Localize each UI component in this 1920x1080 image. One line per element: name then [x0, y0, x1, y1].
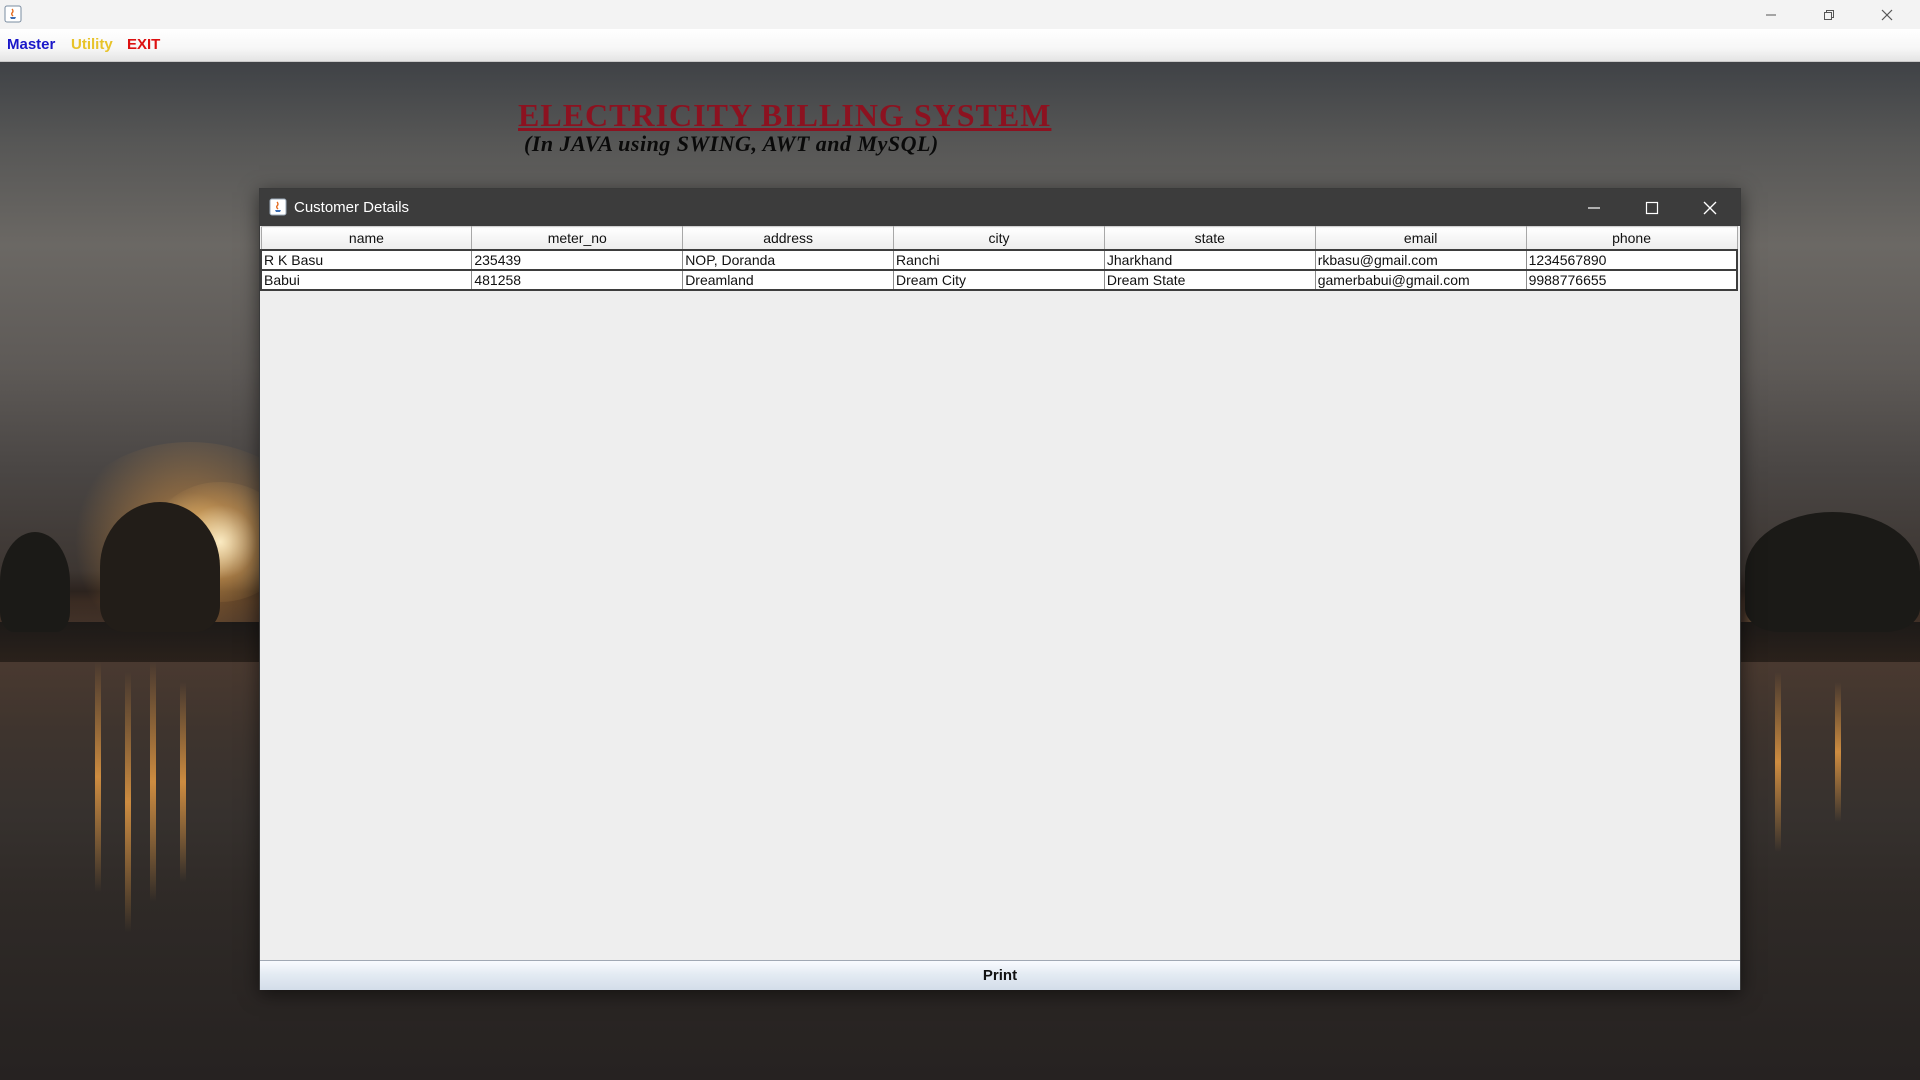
table-cell[interactable]: Jharkhand — [1103, 249, 1316, 270]
column-header-name[interactable]: name — [260, 226, 473, 250]
customer-table: name meter_no address city state email p… — [260, 226, 1738, 291]
app-subtitle: (In JAVA using SWING, AWT and MySQL) — [524, 131, 939, 156]
table-cell[interactable]: Dreamland — [682, 269, 895, 290]
table-row[interactable]: R K Basu 235439 NOP, Doranda Ranchi Jhar… — [260, 249, 1738, 270]
table-row[interactable]: Babui 481258 Dreamland Dream City Dream … — [260, 269, 1738, 290]
table-cell[interactable]: Babui — [260, 269, 473, 290]
table-cell[interactable]: Dream City — [893, 269, 1105, 290]
table-cell[interactable]: NOP, Doranda — [682, 249, 895, 270]
menu-utility[interactable]: Utility — [71, 33, 113, 57]
minimize-icon — [1766, 14, 1776, 15]
column-header-meter-no[interactable]: meter_no — [471, 226, 684, 250]
maximize-button[interactable] — [1623, 189, 1681, 226]
window-title: Customer Details — [294, 199, 410, 216]
column-header-address[interactable]: address — [682, 226, 895, 250]
table-cell[interactable]: 235439 — [471, 249, 684, 270]
table-cell[interactable]: 1234567890 — [1525, 249, 1738, 270]
table-cell[interactable]: Dream State — [1103, 269, 1316, 290]
table-cell[interactable]: 481258 — [471, 269, 684, 290]
customer-table-area: name meter_no address city state email p… — [260, 226, 1740, 946]
minimize-button[interactable] — [1565, 189, 1623, 226]
java-app-icon — [269, 198, 287, 221]
menu-bar: Master Utility EXIT — [0, 29, 1920, 62]
minimize-button[interactable] — [1742, 0, 1800, 29]
restore-icon — [1824, 9, 1834, 20]
column-header-state[interactable]: state — [1103, 226, 1316, 250]
minimize-icon — [1588, 206, 1600, 209]
column-header-phone[interactable]: phone — [1525, 226, 1738, 250]
close-button[interactable] — [1858, 0, 1916, 29]
table-cell[interactable]: Ranchi — [893, 249, 1105, 270]
main-titlebar — [0, 0, 1920, 29]
menu-master[interactable]: Master — [7, 33, 55, 57]
maximize-icon — [1645, 201, 1659, 214]
customer-details-window: Customer Details name meter_no address c… — [259, 188, 1741, 990]
table-cell[interactable]: R K Basu — [260, 249, 473, 270]
column-header-city[interactable]: city — [893, 226, 1105, 250]
column-header-email[interactable]: email — [1314, 226, 1527, 250]
main-window: Master Utility EXIT ELECTRICITY BILLING … — [0, 0, 1920, 1080]
table-cell[interactable]: 9988776655 — [1525, 269, 1738, 290]
close-icon — [1881, 9, 1893, 20]
table-header-row: name meter_no address city state email p… — [260, 226, 1738, 250]
close-button[interactable] — [1681, 189, 1739, 226]
java-app-icon — [4, 5, 22, 28]
restore-button[interactable] — [1800, 0, 1858, 29]
table-cell[interactable]: gamerbabui@gmail.com — [1314, 269, 1527, 290]
customer-details-titlebar[interactable]: Customer Details — [260, 189, 1740, 226]
menu-exit[interactable]: EXIT — [127, 33, 160, 57]
app-title: ELECTRICITY BILLING SYSTEM — [518, 97, 1052, 133]
close-icon — [1703, 201, 1717, 214]
table-cell[interactable]: rkbasu@gmail.com — [1314, 249, 1527, 270]
print-button[interactable]: Print — [260, 960, 1740, 990]
